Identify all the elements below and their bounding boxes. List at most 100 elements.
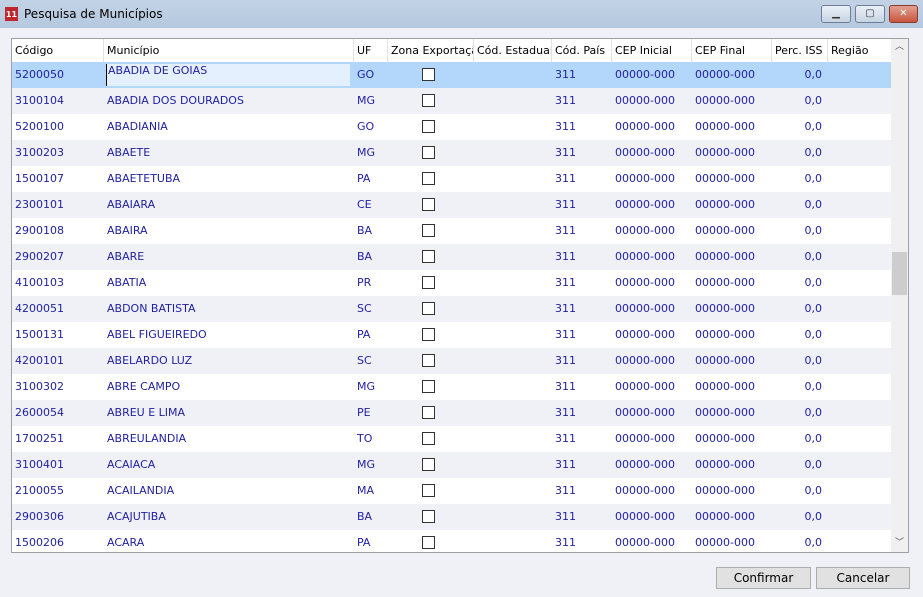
- cell-cep-final: 00000-000: [695, 146, 755, 159]
- maximize-button[interactable]: ▢: [855, 5, 885, 23]
- table-row[interactable]: 2100055 ACAILANDIA MA 311 00000-000 00000-000…: [12, 478, 892, 504]
- table-row[interactable]: 4100103 ABATIA PR 311 00000-000 00000-000 0,0: [12, 270, 892, 296]
- zona-exportacao-checkbox[interactable]: [422, 224, 435, 237]
- cell-cod-pais: 311: [555, 276, 576, 289]
- table-row[interactable]: 1500131 ABEL FIGUEIREDO PA 311 00000-000 0000…: [12, 322, 892, 348]
- zona-exportacao-checkbox[interactable]: [422, 146, 435, 159]
- zona-exportacao-checkbox[interactable]: [422, 94, 435, 107]
- zona-exportacao-checkbox[interactable]: [422, 198, 435, 211]
- zona-exportacao-checkbox[interactable]: [422, 120, 435, 133]
- cell-cod-pais: 311: [555, 432, 576, 445]
- cell-cod-estadual: [474, 270, 552, 296]
- column-header-municipio[interactable]: Município: [104, 39, 354, 62]
- column-header-cep-inicial[interactable]: CEP Inicial: [612, 39, 692, 62]
- cell-perc-iss: 0,0: [804, 458, 823, 471]
- cell-cep-inicial: 00000-000: [615, 510, 675, 523]
- zona-exportacao-checkbox[interactable]: [422, 536, 435, 549]
- cell-cep-final: 00000-000: [695, 276, 755, 289]
- scroll-down-icon[interactable]: ﹀: [891, 535, 908, 552]
- cell-regiao: [828, 88, 892, 114]
- cell-uf: BA: [357, 510, 373, 523]
- zona-exportacao-checkbox[interactable]: [422, 68, 435, 81]
- scroll-up-icon[interactable]: ︿: [891, 39, 908, 56]
- zona-exportacao-checkbox[interactable]: [422, 406, 435, 419]
- table-row[interactable]: 5200050 ABADIA DE GOIAS GO 311 00000-000 0000…: [12, 62, 892, 88]
- column-header-cod-pais[interactable]: Cód. País: [552, 39, 612, 62]
- municipio-edit-field[interactable]: ABADIA DE GOIAS: [106, 64, 350, 86]
- column-header-cep-final[interactable]: CEP Final: [692, 39, 772, 62]
- minimize-button[interactable]: ▁: [821, 5, 851, 23]
- cell-cod-pais: 311: [555, 198, 576, 211]
- vertical-scrollbar[interactable]: ︿ ﹀: [891, 39, 908, 552]
- column-header-regiao[interactable]: Região: [828, 39, 892, 62]
- cell-cod-pais: 311: [555, 406, 576, 419]
- zona-exportacao-checkbox[interactable]: [422, 302, 435, 315]
- cell-cod-pais: 311: [555, 224, 576, 237]
- cell-cod-estadual: [474, 166, 552, 192]
- zona-exportacao-checkbox[interactable]: [422, 276, 435, 289]
- cell-perc-iss: 0,0: [804, 250, 823, 263]
- cell-cep-inicial: 00000-000: [615, 68, 675, 81]
- cell-cod-estadual: [474, 296, 552, 322]
- zona-exportacao-checkbox[interactable]: [422, 172, 435, 185]
- cell-cod-pais: 311: [555, 354, 576, 367]
- table-row[interactable]: 2900108 ABAIRA BA 311 00000-000 00000-000 0,0: [12, 218, 892, 244]
- cell-cep-final: 00000-000: [695, 484, 755, 497]
- cell-cod-estadual: [474, 218, 552, 244]
- cell-cod-estadual: [474, 530, 552, 552]
- cell-cod-pais: 311: [555, 458, 576, 471]
- close-button[interactable]: ✕: [889, 5, 918, 23]
- table-row[interactable]: 1500107 ABAETETUBA PA 311 00000-000 00000-000…: [12, 166, 892, 192]
- cell-cod-pais: 311: [555, 302, 576, 315]
- table-row[interactable]: 2300101 ABAIARA CE 311 00000-000 00000-000 0,0: [12, 192, 892, 218]
- cell-perc-iss: 0,0: [804, 302, 823, 315]
- column-header-zona-exportacao[interactable]: Zona Exportação: [388, 39, 474, 62]
- table-row[interactable]: 3100203 ABAETE MG 311 00000-000 00000-000 0,0: [12, 140, 892, 166]
- zona-exportacao-checkbox[interactable]: [422, 354, 435, 367]
- column-header-perc-iss[interactable]: Perc. ISS: [772, 39, 828, 62]
- cell-uf: BA: [357, 250, 373, 263]
- table-row[interactable]: 5200100 ABADIANIA GO 311 00000-000 00000-000 0…: [12, 114, 892, 140]
- table-row[interactable]: 2900207 ABARE BA 311 00000-000 00000-000 0,0: [12, 244, 892, 270]
- table-row[interactable]: 2600054 ABREU E LIMA PE 311 00000-000 00000-0…: [12, 400, 892, 426]
- cell-cep-inicial: 00000-000: [615, 380, 675, 393]
- table-row[interactable]: 4200101 ABELARDO LUZ SC 311 00000-000 00000-0…: [12, 348, 892, 374]
- table-row[interactable]: 3100302 ABRE CAMPO MG 311 00000-000 00000-000…: [12, 374, 892, 400]
- cell-cep-final: 00000-000: [695, 380, 755, 393]
- table-row[interactable]: 2900306 ACAJUTIBA BA 311 00000-000 00000-000 0…: [12, 504, 892, 530]
- cell-perc-iss: 0,0: [804, 380, 823, 393]
- cell-codigo: 2600054: [15, 406, 64, 419]
- zona-exportacao-checkbox[interactable]: [422, 458, 435, 471]
- cell-cep-inicial: 00000-000: [615, 484, 675, 497]
- table-row[interactable]: 3100401 ACAIACA MG 311 00000-000 00000-000 0,0: [12, 452, 892, 478]
- table-row[interactable]: 1700251 ABREULANDIA TO 311 00000-000 00000-00…: [12, 426, 892, 452]
- column-header-codigo[interactable]: Código: [12, 39, 104, 62]
- cell-cod-pais: 311: [555, 484, 576, 497]
- zona-exportacao-checkbox[interactable]: [422, 328, 435, 341]
- cancel-button[interactable]: Cancelar: [816, 567, 910, 589]
- zona-exportacao-checkbox[interactable]: [422, 432, 435, 445]
- cell-uf: BA: [357, 224, 373, 237]
- zona-exportacao-checkbox[interactable]: [422, 250, 435, 263]
- zona-exportacao-checkbox[interactable]: [422, 380, 435, 393]
- table-row[interactable]: 4200051 ABDON BATISTA SC 311 00000-000 00000-…: [12, 296, 892, 322]
- zona-exportacao-checkbox[interactable]: [422, 484, 435, 497]
- cell-cod-estadual: [474, 426, 552, 452]
- cell-cod-pais: 311: [555, 380, 576, 393]
- scroll-thumb[interactable]: [892, 252, 907, 296]
- app-icon: 11: [5, 7, 18, 21]
- cell-uf: MA: [357, 484, 375, 497]
- cell-municipio: ABADIANIA: [107, 120, 168, 133]
- cell-regiao: [828, 504, 892, 530]
- cell-regiao: [828, 218, 892, 244]
- column-header-cod-estadual[interactable]: Cód. Estadual: [474, 39, 552, 62]
- zona-exportacao-checkbox[interactable]: [422, 510, 435, 523]
- municipios-grid[interactable]: CódigoMunicípioUFZona ExportaçãoCód. Est…: [11, 38, 909, 553]
- table-row[interactable]: 3100104 ABADIA DOS DOURADOS MG 311 00000-000…: [12, 88, 892, 114]
- cell-perc-iss: 0,0: [804, 68, 823, 81]
- confirm-button[interactable]: Confirmar: [716, 567, 811, 589]
- column-header-uf[interactable]: UF: [354, 39, 388, 62]
- cell-cod-pais: 311: [555, 172, 576, 185]
- table-row[interactable]: 1500206 ACARA PA 311 00000-000 00000-000 0,0: [12, 530, 892, 552]
- cell-municipio: ABAETETUBA: [107, 172, 181, 185]
